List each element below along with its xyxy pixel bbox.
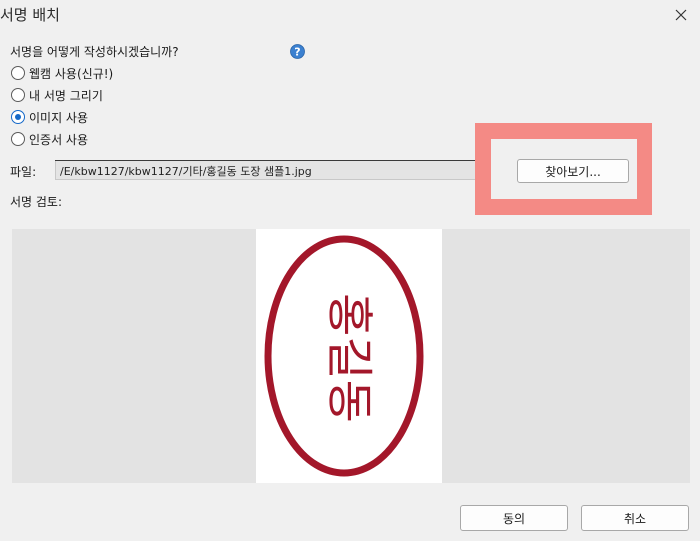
signature-review-label: 서명 검토: [10,195,63,209]
svg-text:홍길동: 홍길동 [321,293,376,423]
signature-method-question: 서명을 어떻게 작성하시겠습니까? [10,45,179,59]
agree-button[interactable]: 동의 [460,505,568,531]
file-field-border [55,160,503,161]
radio-button[interactable] [11,88,25,102]
radio-label: 이미지 사용 [29,110,89,125]
radio-label: 인증서 사용 [29,132,89,147]
radio-button-selected[interactable] [11,110,25,124]
help-icon[interactable]: ? [290,44,305,59]
svg-text:?: ? [294,46,300,59]
stamp-lettering: 홍길동 [321,293,376,423]
close-icon [675,9,687,21]
cancel-button[interactable]: 취소 [581,505,689,531]
radio-label: 웹캠 사용(신규!) [29,66,114,81]
close-button[interactable] [662,0,700,30]
file-label: 파일: [10,165,37,179]
file-path-field[interactable]: /E/kbw1127/kbw1127/기타/홍길동 도장 샘플1.jpg [55,160,503,180]
radio-use-image[interactable]: 이미지 사용 [11,108,88,126]
title-bar: 서명 배치 [0,0,700,30]
radio-button[interactable] [11,132,25,146]
radio-label: 내 서명 그리기 [29,88,103,103]
stamp-image: 홍길동 [256,229,442,483]
radio-use-certificate[interactable]: 인증서 사용 [11,130,88,148]
browse-button[interactable]: 찾아보기... [517,159,629,183]
window-title: 서명 배치 [0,6,60,24]
radio-draw-signature[interactable]: 내 서명 그리기 [11,86,103,104]
stamp-seal-icon: 홍길동 [264,235,424,477]
radio-webcam[interactable]: 웹캠 사용(신규!) [11,64,113,82]
radio-button[interactable] [11,66,25,80]
